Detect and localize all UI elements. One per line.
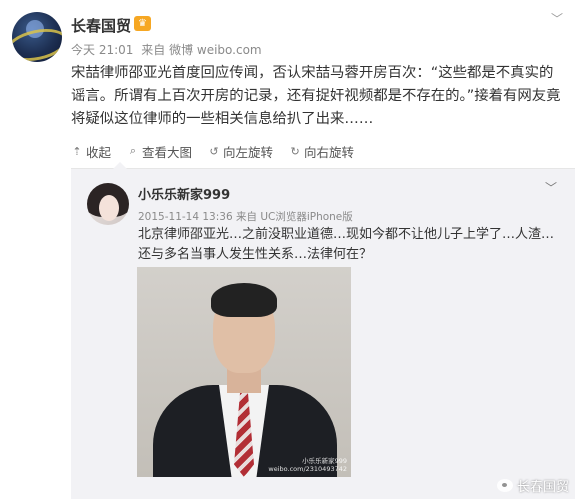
chevron-down-icon[interactable]: ﹀ (551, 10, 563, 27)
rotate-right-icon: ↻ (290, 144, 300, 158)
repost-meta: 2015-11-14 13:36 来自 UC浏览器iPhone版 (138, 209, 353, 224)
repost-text: 北京律师邵亚光…之前没职业道德…现如今都不让他儿子上学了…人渣…还与多名当事人发… (138, 227, 555, 262)
rotate-left-button[interactable]: ↺ 向左旋转 (208, 142, 273, 160)
rotate-right-button[interactable]: ↻ 向右旋转 (289, 142, 354, 160)
repost-source-prefix: 来自 (235, 211, 257, 223)
weibo-logo-icon (496, 479, 513, 492)
post-source-prefix: 来自 (141, 43, 166, 57)
collapse-label: 收起 (86, 144, 112, 160)
rotate-left-label: 向左旋转 (223, 144, 274, 160)
repost-source: UC浏览器iPhone版 (260, 211, 353, 223)
post-meta: 今天 21:01 来自 微博 weibo.com (71, 41, 262, 58)
author-name[interactable]: 长春国贸 (71, 15, 131, 36)
image-action-bar: ⇡ 收起 ⌕ 查看大图 ↺ 向左旋转 ↻ 向右旋转 (71, 142, 354, 160)
view-large-label: 查看大图 (142, 144, 193, 160)
repost-screenshot[interactable]: 小乐乐新家999 ﹀ 2015-11-14 13:36 来自 UC浏览器iPho… (71, 162, 575, 499)
repost-chevron-down-icon: ﹀ (544, 181, 557, 195)
watermark-text: 长春国贸 (516, 480, 569, 495)
repost-author-name: 小乐乐新家999 (138, 188, 231, 203)
avatar-ring (12, 23, 62, 62)
lawyer-photo: 小乐乐新家999 weibo.com/2310493742 (137, 267, 351, 477)
avatar-face (99, 195, 119, 221)
rotate-right-label: 向右旋转 (304, 144, 355, 160)
collapse-button[interactable]: ⇡ 收起 (71, 142, 111, 160)
zoom-in-icon: ⌕ (129, 144, 137, 157)
brand-watermark: 长春国贸 (496, 476, 569, 495)
post-source[interactable]: 微博 weibo.com (169, 43, 262, 57)
repost-author-avatar (87, 183, 129, 225)
post-text: 宋喆律师邵亚光首度回应传闻，否认宋喆马蓉开房百次：“这些都是不真实的谣言。所谓有… (71, 65, 561, 127)
author-avatar[interactable] (12, 12, 62, 62)
vip-crown-icon: ♛ (134, 16, 151, 31)
card-pointer (113, 162, 127, 169)
photo-hair (211, 283, 277, 317)
rotate-left-icon: ↺ (209, 144, 219, 158)
repost-time: 2015-11-14 13:36 (138, 211, 233, 223)
view-large-button[interactable]: ⌕ 查看大图 (127, 142, 192, 160)
post-time[interactable]: 今天 21:01 (71, 43, 133, 57)
photo-watermark: 小乐乐新家999 weibo.com/2310493742 (268, 457, 347, 473)
weibo-post-view: 长春国贸 ♛ ﹀ 今天 21:01 来自 微博 weibo.com 宋喆律师邵亚… (0, 0, 575, 499)
collapse-up-icon: ⇡ (72, 144, 82, 158)
